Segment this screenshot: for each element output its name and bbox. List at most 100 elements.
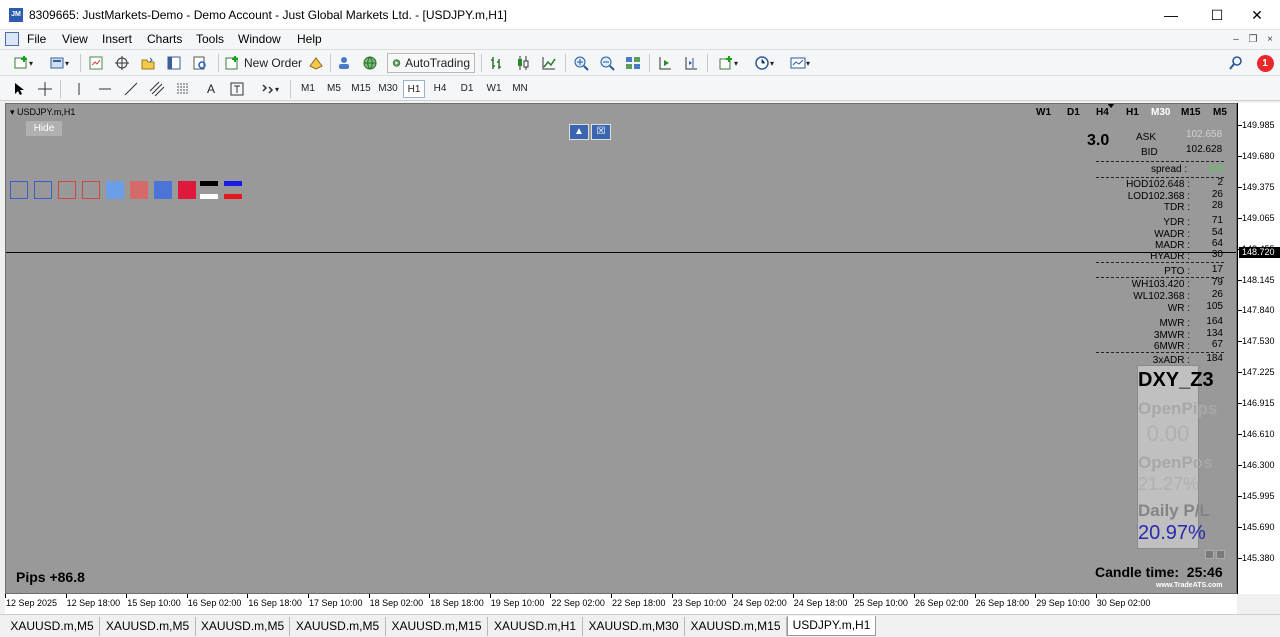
stat-label: TDR :: [1163, 202, 1190, 213]
terminal-button[interactable]: [164, 53, 184, 73]
panel-square-2[interactable]: [1216, 550, 1225, 559]
tf-right-m30[interactable]: M30: [1151, 107, 1170, 118]
color-swatch[interactable]: [10, 181, 28, 199]
tf-m1[interactable]: M1: [296, 80, 320, 98]
notifications-button[interactable]: 1: [1254, 53, 1276, 73]
cursor-button[interactable]: [10, 79, 28, 99]
stat-value: 54: [1211, 227, 1223, 238]
candlestick-button[interactable]: [513, 53, 533, 73]
signals-button[interactable]: [334, 53, 354, 73]
tf-m5[interactable]: M5: [322, 80, 346, 98]
hide-button[interactable]: Hide: [26, 121, 62, 136]
arrows-button[interactable]: ▾: [254, 79, 284, 99]
navigator-button[interactable]: [138, 53, 158, 73]
chart-area[interactable]: ▾ USDJPY.m,H1 Hide ▲ ☒ W1 D1 H4 H1 M30 M…: [5, 103, 1237, 594]
text-label-button[interactable]: [228, 79, 246, 99]
vertical-line-button[interactable]: [70, 79, 88, 99]
crosshair-button[interactable]: [36, 79, 54, 99]
mdi-close-button[interactable]: ×: [1263, 33, 1277, 46]
line-studies-toolbar: A ▾ M1 M5 M15 M30 H1 H4 D1 W1 MN: [0, 75, 1280, 101]
zoom-out-button[interactable]: [597, 53, 617, 73]
bid-label: BID: [1141, 147, 1158, 158]
menu-insert[interactable]: Insert: [102, 32, 132, 46]
bar-chart-button[interactable]: [487, 53, 507, 73]
swatch-red-bottom[interactable]: [224, 194, 242, 199]
menu-window[interactable]: Window: [238, 32, 281, 46]
market-watch-button[interactable]: [86, 53, 106, 73]
market-button[interactable]: [360, 53, 380, 73]
chart-tab[interactable]: XAUUSD.m,M5: [5, 617, 100, 636]
equidistant-channel-button[interactable]: [148, 79, 166, 99]
window-title: 8309665: JustMarkets-Demo - Demo Account…: [29, 8, 507, 22]
tf-mn[interactable]: MN: [508, 80, 532, 98]
tf-right-m15[interactable]: M15: [1181, 107, 1200, 118]
chart-tab[interactable]: XAUUSD.m,M5: [100, 617, 196, 636]
tf-right-h4[interactable]: H4: [1096, 107, 1109, 118]
templates-button[interactable]: ▾: [785, 53, 815, 73]
chart-tab[interactable]: XAUUSD.m,M5: [196, 617, 290, 636]
search-button[interactable]: [1226, 53, 1246, 73]
new-order-button[interactable]: New Order: [224, 53, 302, 73]
close-panel-button[interactable]: ☒: [591, 124, 611, 140]
chart-tab[interactable]: XAUUSD.m,M5: [290, 617, 386, 636]
menu-view[interactable]: View: [62, 32, 88, 46]
color-swatch[interactable]: [130, 181, 148, 199]
color-swatch[interactable]: [106, 181, 124, 199]
mdi-minimize-button[interactable]: –: [1229, 33, 1243, 46]
tf-right-d1[interactable]: D1: [1067, 107, 1080, 118]
menu-tools[interactable]: Tools: [196, 32, 224, 46]
menu-file[interactable]: File: [27, 32, 46, 46]
mdi-restore-button[interactable]: ❐: [1246, 33, 1260, 46]
color-swatch[interactable]: [178, 181, 196, 199]
indicators-button[interactable]: ▾: [713, 53, 743, 73]
tf-m30[interactable]: M30: [375, 80, 401, 98]
swatch-black-top[interactable]: [200, 181, 218, 186]
fibonacci-button[interactable]: [174, 79, 192, 99]
tf-h1[interactable]: H1: [403, 80, 425, 98]
new-chart-button[interactable]: ▾: [8, 53, 38, 73]
chart-tab[interactable]: XAUUSD.m,M30: [583, 617, 685, 636]
tf-right-m5[interactable]: M5: [1213, 107, 1227, 118]
swatch-blue-top[interactable]: [224, 181, 242, 186]
tf-m15[interactable]: M15: [348, 80, 374, 98]
menu-charts[interactable]: Charts: [147, 32, 182, 46]
tf-h4[interactable]: H4: [428, 80, 452, 98]
menu-help[interactable]: Help: [297, 32, 322, 46]
chart-tab[interactable]: XAUUSD.m,M15: [685, 617, 787, 636]
close-button[interactable]: ✕: [1234, 0, 1280, 30]
tf-w1[interactable]: W1: [482, 80, 506, 98]
color-swatch[interactable]: [34, 181, 52, 199]
text-button[interactable]: A: [202, 79, 220, 99]
strategy-tester-button[interactable]: [190, 53, 210, 73]
chart-shift-button[interactable]: [681, 53, 701, 73]
chart-tab[interactable]: USDJPY.m,H1: [787, 616, 876, 636]
stat-value: 26: [1211, 189, 1223, 200]
metaeditor-button[interactable]: [306, 53, 326, 73]
chart-tab[interactable]: XAUUSD.m,M15: [386, 617, 488, 636]
panel-square-1[interactable]: [1205, 550, 1214, 559]
color-swatch[interactable]: [154, 181, 172, 199]
chart-tab[interactable]: XAUUSD.m,H1: [488, 617, 583, 636]
trendline-button[interactable]: [122, 79, 140, 99]
ask-value: 102.658: [1186, 129, 1223, 140]
autotrading-button[interactable]: AutoTrading: [387, 53, 475, 73]
minimize-button[interactable]: —: [1148, 0, 1194, 30]
swatch-white-bottom[interactable]: [200, 194, 218, 199]
tf-right-w1[interactable]: W1: [1036, 107, 1051, 118]
tf-d1[interactable]: D1: [455, 80, 479, 98]
chart-document-icon[interactable]: [5, 32, 19, 46]
profiles-icon: [50, 57, 64, 69]
collapse-button[interactable]: ▲: [569, 124, 589, 140]
periods-button[interactable]: ▾: [749, 53, 779, 73]
zoom-in-button[interactable]: [571, 53, 591, 73]
color-swatch[interactable]: [82, 181, 100, 199]
data-window-button[interactable]: [112, 53, 132, 73]
line-chart-button[interactable]: [539, 53, 559, 73]
autoscroll-button[interactable]: [655, 53, 675, 73]
stat-value: 28: [1211, 200, 1223, 211]
horizontal-line-button[interactable]: [96, 79, 114, 99]
tf-right-h1[interactable]: H1: [1126, 107, 1139, 118]
color-swatch[interactable]: [58, 181, 76, 199]
profiles-button[interactable]: ▾: [44, 53, 74, 73]
tile-windows-button[interactable]: [623, 53, 643, 73]
